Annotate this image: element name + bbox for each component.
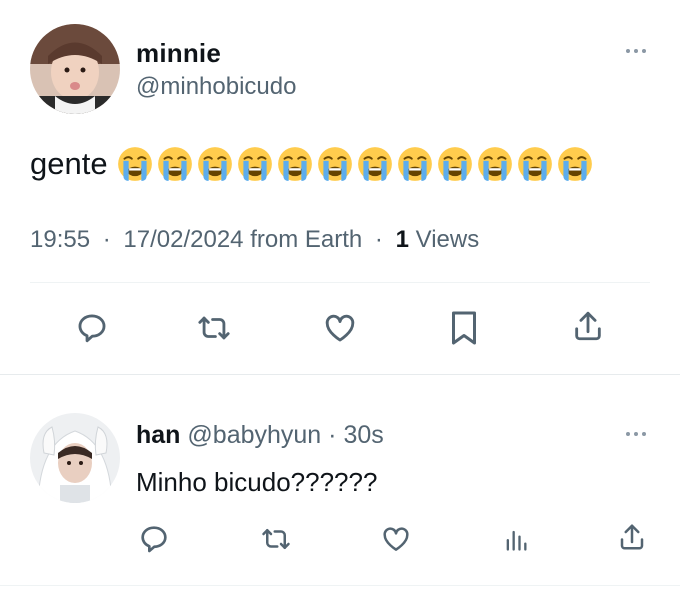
tweet-date[interactable]: 17/02/2024: [123, 226, 243, 253]
loudly-crying-face-emoji: [117, 147, 152, 181]
analytics-button[interactable]: [494, 517, 538, 561]
reply-author-display-name[interactable]: han: [136, 421, 180, 449]
reply-separator: ·: [328, 421, 337, 449]
share-button[interactable]: [610, 515, 654, 559]
share-button[interactable]: [566, 304, 610, 348]
retweet-button[interactable]: [254, 517, 298, 561]
like-icon: [325, 314, 355, 342]
retweet-icon: [198, 316, 230, 340]
meta-separator: ·: [102, 226, 111, 253]
divider: [30, 282, 650, 283]
tweet-text: gente: [30, 145, 594, 183]
meta-separator: ·: [374, 226, 383, 253]
loudly-crying-face-emoji: [437, 147, 472, 181]
tweet-meta: 19:55 · 17/02/2024 from Earth · 1 Views: [30, 226, 479, 254]
loudly-crying-face-emoji: [477, 147, 512, 181]
reply-author-avatar[interactable]: [30, 413, 120, 503]
main-author-avatar[interactable]: [30, 24, 120, 114]
tweet-location: Earth: [304, 226, 363, 253]
reply-button[interactable]: [70, 306, 114, 350]
retweet-button[interactable]: [192, 306, 236, 350]
like-button[interactable]: [318, 306, 362, 350]
emoji-row: [116, 145, 594, 183]
reply-icon: [141, 526, 167, 553]
from-label: from: [250, 226, 299, 253]
loudly-crying-face-emoji: [197, 147, 232, 181]
views-label: Views: [415, 226, 480, 253]
reply-author-handle[interactable]: @babyhyun: [187, 421, 321, 449]
reply-text: Minho bicudo??????: [136, 467, 378, 497]
avatar-photo: [30, 24, 120, 114]
tweet-time[interactable]: 19:55: [30, 226, 90, 253]
retweet-icon: [262, 529, 290, 549]
tweet-text-content: gente: [30, 146, 108, 181]
more-horizontal-icon[interactable]: [626, 432, 646, 436]
like-icon: [383, 527, 409, 551]
loudly-crying-face-emoji: [237, 147, 272, 181]
divider: [0, 585, 680, 586]
loudly-crying-face-emoji: [517, 147, 552, 181]
loudly-crying-face-emoji: [157, 147, 192, 181]
bookmark-icon: [452, 311, 476, 345]
divider: [0, 374, 680, 375]
reply-header: han @babyhyun · 30s: [136, 421, 384, 450]
like-button[interactable]: [374, 517, 418, 561]
main-author-display-name[interactable]: minnie: [136, 38, 221, 69]
reply-button[interactable]: [132, 517, 176, 561]
loudly-crying-face-emoji: [397, 147, 432, 181]
analytics-icon: [506, 530, 527, 551]
more-horizontal-icon[interactable]: [626, 49, 646, 53]
loudly-crying-face-emoji: [357, 147, 392, 181]
loudly-crying-face-emoji: [557, 147, 592, 181]
views-count: 1: [395, 226, 409, 253]
reply-timestamp[interactable]: 30s: [343, 421, 383, 449]
bookmark-button[interactable]: [442, 306, 486, 350]
share-icon: [620, 524, 644, 550]
reply-icon: [78, 314, 106, 343]
share-icon: [575, 311, 601, 341]
loudly-crying-face-emoji: [317, 147, 352, 181]
main-author-handle[interactable]: @minhobicudo: [136, 73, 296, 101]
avatar-photo: [30, 413, 120, 503]
loudly-crying-face-emoji: [277, 147, 312, 181]
